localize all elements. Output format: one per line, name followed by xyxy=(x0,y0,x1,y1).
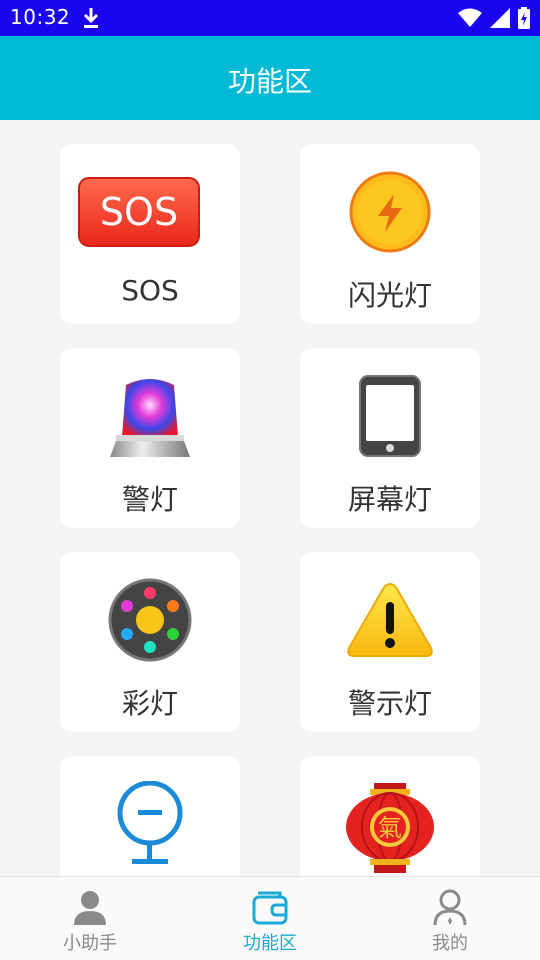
card-label: 屏幕灯 xyxy=(347,483,432,516)
sos-badge-icon: SOS xyxy=(78,172,200,252)
phone-screen-icon xyxy=(340,375,440,457)
tab-label: 小助手 xyxy=(63,933,117,954)
page-title: 功能区 xyxy=(227,65,312,98)
person-icon xyxy=(74,891,106,925)
status-time: 10:32 xyxy=(10,5,71,29)
card-lantern[interactable]: 氣 xyxy=(300,756,480,876)
lantern-icon: 氣 xyxy=(340,783,440,873)
card-magnifier-lamp[interactable] xyxy=(60,756,240,876)
sos-badge-text: SOS xyxy=(100,190,178,234)
lightning-bolt-icon xyxy=(340,171,440,253)
card-label: SOS xyxy=(121,274,179,307)
battery-icon xyxy=(518,7,530,29)
wallet-icon xyxy=(252,891,288,925)
card-police-light[interactable]: 警灯 xyxy=(60,348,240,528)
wifi-icon xyxy=(458,8,482,27)
siren-icon xyxy=(100,376,200,457)
download-icon xyxy=(83,8,99,28)
card-label: 闪光灯 xyxy=(347,279,432,312)
warning-triangle-icon xyxy=(340,580,440,660)
card-flashlight[interactable]: 闪光灯 xyxy=(300,144,480,324)
tab-mine[interactable]: 我的 xyxy=(360,877,540,960)
status-bar: 10:32 xyxy=(0,0,540,36)
card-label: 警示灯 xyxy=(347,687,432,720)
signal-icon xyxy=(490,8,510,28)
color-light-icon xyxy=(100,578,200,662)
magnifier-lamp-icon xyxy=(100,781,200,864)
card-sos[interactable]: SOS SOS xyxy=(60,144,240,324)
profile-icon xyxy=(433,889,467,926)
card-label: 警灯 xyxy=(121,483,178,516)
card-warning-light[interactable]: 警示灯 xyxy=(300,552,480,732)
tab-functions[interactable]: 功能区 xyxy=(180,877,360,960)
tab-label: 我的 xyxy=(432,933,468,954)
bottom-navigation: 小助手 功能区 我的 xyxy=(0,876,540,960)
card-color-light[interactable]: 彩灯 xyxy=(60,552,240,732)
card-screen-light[interactable]: 屏幕灯 xyxy=(300,348,480,528)
app-bar: 功能区 xyxy=(0,36,540,120)
lantern-text: 氣 xyxy=(378,814,402,842)
feature-grid: SOS SOS 闪光灯 警灯 屏幕灯 彩灯 警示灯 氣 xyxy=(0,120,540,876)
tab-label: 功能区 xyxy=(243,933,297,954)
tab-assistant[interactable]: 小助手 xyxy=(0,877,180,960)
card-label: 彩灯 xyxy=(121,687,178,720)
status-icons xyxy=(458,7,530,29)
